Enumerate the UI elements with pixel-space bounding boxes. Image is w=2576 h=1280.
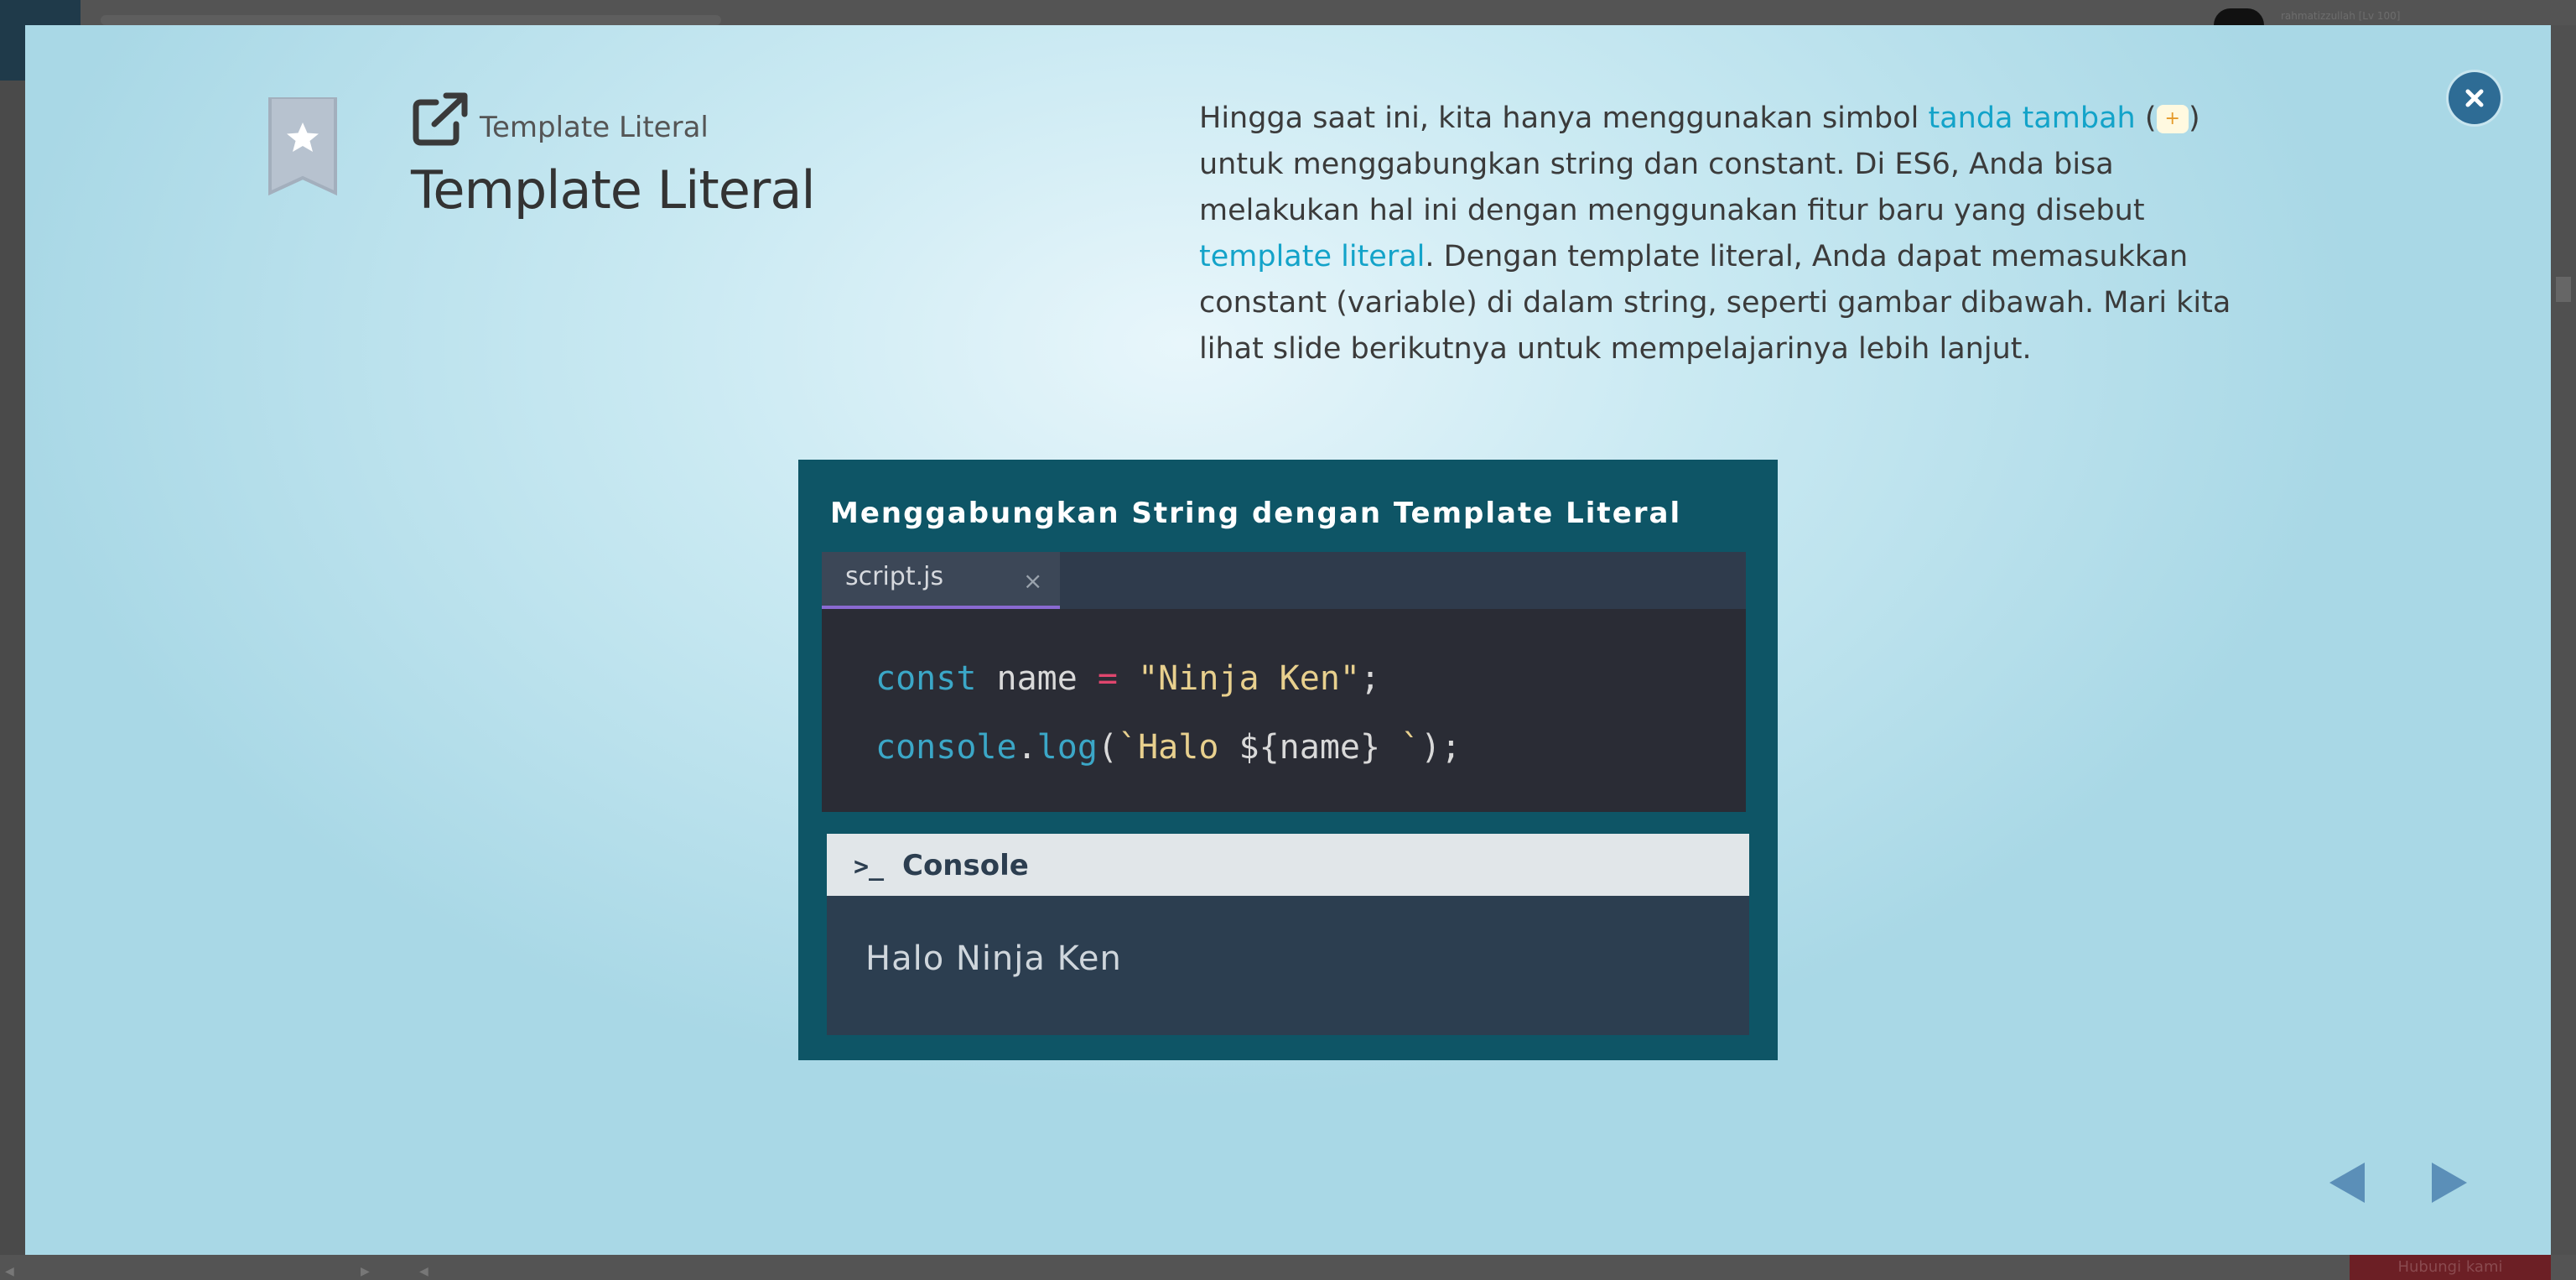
code-block: const name = "Ninja Ken"; console.log(`Ha…: [875, 644, 1461, 782]
code-token: console: [875, 728, 1017, 767]
backdrop-search-bar: [101, 15, 721, 25]
code-line: console.log(`Halo ${name} `);: [875, 713, 1461, 782]
backdrop-footer: ◀ ▶ ◀ Hubungi kami: [0, 1255, 2576, 1280]
code-token: .: [1016, 728, 1037, 767]
code-token: name: [976, 659, 1098, 698]
code-editor: script.js × const name = "Ninja Ken"; con…: [822, 552, 1746, 812]
scroll-left-icon: ◀: [5, 1265, 14, 1278]
next-slide-button[interactable]: [2430, 1161, 2469, 1205]
code-token: log: [1036, 728, 1098, 767]
code-token: ;: [1360, 659, 1381, 698]
desc-text: Hingga saat ini, kita hanya menggunakan …: [1199, 101, 1929, 135]
lesson-subtitle-row: Template Literal: [411, 92, 815, 148]
plus-code-chip: +: [2156, 105, 2189, 133]
tab-label: script.js: [845, 562, 944, 591]
backdrop-scrollbar: [2551, 25, 2576, 1255]
scroll-left-icon: ◀: [419, 1265, 428, 1278]
arrow-right-icon: [2432, 1163, 2467, 1203]
console-label: Console: [902, 849, 1029, 882]
tab-script-js: script.js ×: [822, 552, 1060, 609]
prev-slide-button[interactable]: [2328, 1161, 2366, 1205]
arrow-left-icon: [2329, 1163, 2365, 1203]
close-button[interactable]: [2449, 72, 2501, 124]
code-token: `: [1380, 728, 1421, 767]
code-token: =: [1097, 659, 1119, 698]
scrollbar-thumb: [2556, 277, 2571, 302]
desc-link-template-literal[interactable]: template literal: [1199, 240, 1425, 273]
console-panel: >_ Console Halo Ninja Ken: [827, 834, 1749, 1035]
close-icon: [2465, 89, 2484, 107]
code-line: const name = "Ninja Ken";: [875, 644, 1461, 713]
lesson-modal: Template Literal Template Literal Hingga…: [25, 25, 2551, 1255]
contact-button: Hubungi kami: [2350, 1255, 2551, 1280]
code-token: ${name}: [1239, 728, 1381, 767]
code-token: (: [1097, 728, 1119, 767]
editor-tabbar: script.js ×: [822, 552, 1746, 609]
desc-link-plus[interactable]: tanda tambah: [1928, 101, 2135, 135]
slide-title: Menggabungkan String dengan Template Lit…: [830, 497, 1682, 530]
lesson-description: Hingga saat ini, kita hanya menggunakan …: [1199, 96, 2272, 372]
code-token: "Ninja Ken": [1118, 659, 1360, 698]
code-token: `Halo: [1118, 728, 1239, 767]
page-title: Template Literal: [411, 159, 816, 221]
console-output: Halo Ninja Ken: [865, 939, 1122, 978]
scroll-right-icon: ▶: [361, 1265, 370, 1278]
code-token: const: [875, 659, 977, 698]
console-header: >_ Console: [827, 834, 1749, 896]
bookmark-star-icon[interactable]: [267, 97, 339, 196]
lesson-subtitle: Template Literal: [480, 111, 709, 144]
slide-image: Menggabungkan String dengan Template Lit…: [798, 460, 1778, 1060]
external-link-icon[interactable]: [411, 92, 470, 148]
backdrop-username: rahmatizzullah [Lv 100]: [2281, 10, 2401, 22]
terminal-icon: >_: [854, 852, 885, 882]
tab-close-icon: ×: [1023, 567, 1043, 595]
avatar: [2214, 8, 2264, 25]
lesson-header: Template Literal Template Literal: [411, 92, 816, 221]
code-token: );: [1420, 728, 1462, 767]
desc-text: (: [2135, 101, 2157, 135]
